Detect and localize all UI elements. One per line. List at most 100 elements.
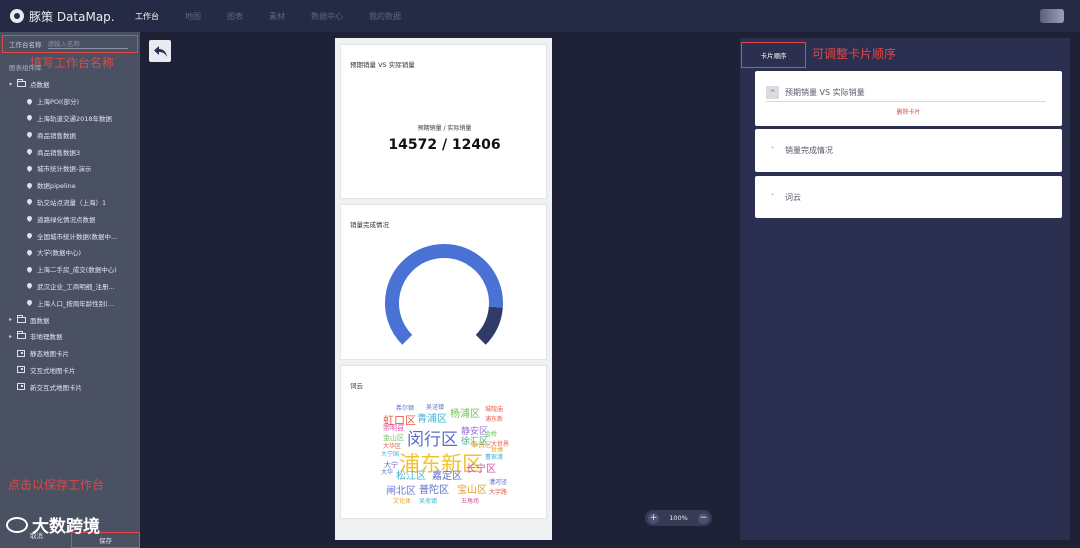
order-item-header[interactable]: ˇ 词云 — [766, 192, 801, 203]
tree-label: 城市统计数据-演示 — [37, 165, 92, 174]
kpi-label: 预期销量 / 实际销量 — [417, 125, 472, 132]
card-title: 销量完成情况 — [350, 221, 389, 229]
gauge-remaining-arc — [475, 306, 503, 345]
tree-label: 上海二手房_成交(数据中心) — [37, 266, 117, 275]
tab-card-order[interactable]: 卡片顺序 — [741, 42, 806, 68]
word-cloud-word: 大华 — [381, 469, 394, 476]
delete-card-button[interactable]: 删除卡片 — [755, 107, 1062, 116]
word-cloud-word: 松江区 — [396, 471, 426, 482]
order-item-title: 预期销量 VS 实际销量 — [785, 88, 865, 97]
logo[interactable]: 豚策 DataMap. — [10, 8, 135, 25]
chevron-up-icon[interactable]: ^ — [766, 86, 779, 99]
watermark: 大数跨境 — [6, 512, 100, 537]
zoom-out-button[interactable]: − — [698, 512, 709, 524]
tree-item[interactable]: 上海POI(部分) — [0, 93, 140, 110]
location-pin-icon — [25, 181, 34, 189]
order-item-word-cloud[interactable]: ˇ 词云 — [755, 176, 1062, 218]
tree-item[interactable]: 商品销售数据 — [0, 126, 140, 143]
zoom-control: + 100% − — [645, 510, 712, 526]
tree-folder-point-data[interactable]: ▾ 点数据 — [0, 76, 140, 93]
tree-label: 面数据 — [30, 316, 50, 325]
nav-item-data-center[interactable]: 数据中心 — [311, 11, 343, 22]
tree-card-static-map[interactable]: 静态地图卡片 — [0, 345, 140, 362]
nav-item-workbench[interactable]: 工作台 — [135, 11, 159, 22]
top-bar: 豚策 DataMap. 工作台 地图 图表 素材 数据中心 我的数据 — [0, 0, 1080, 32]
word-cloud-word: 浦东新 — [485, 416, 504, 423]
nav-item-chart[interactable]: 图表 — [227, 11, 243, 22]
chevron-down-icon[interactable]: ˇ — [766, 194, 779, 201]
tree-item[interactable]: 上海二手房_成交(数据中心) — [0, 261, 140, 278]
data-tree: ▾ 点数据 上海POI(部分) 上海轨道交通2018年数据 商品销售数据 商品销… — [0, 76, 140, 395]
zoom-in-button[interactable]: + — [648, 512, 659, 524]
tree-item[interactable]: 轨交站点流量（上海）1 — [0, 194, 140, 211]
order-item-header[interactable]: ^ 预期销量 VS 实际销量 — [766, 86, 865, 99]
workbench-name-input[interactable] — [47, 39, 128, 49]
tree-item[interactable]: 上海人口_按周年龄性别(... — [0, 294, 140, 311]
word-cloud-word: 金桥 — [485, 431, 498, 438]
word-cloud-word: 希尔顿 — [396, 405, 415, 412]
word-cloud-word: 金山区 — [383, 434, 404, 442]
card-order-panel: 卡片顺序 可调整卡片顺序 ^ 预期销量 VS 实际销量 删除卡片 ˇ 销量完成情… — [740, 38, 1070, 540]
order-item-sales-completion[interactable]: ˇ 销量完成情况 — [755, 129, 1062, 172]
word-cloud-word: 吴泾镇 — [426, 404, 445, 411]
word-cloud-word: 青浦区 — [417, 414, 447, 425]
caret-right-icon: ▸ — [9, 316, 13, 324]
tree-card-interactive-map[interactable]: 交互式地图卡片 — [0, 362, 140, 379]
back-button[interactable] — [149, 40, 171, 62]
card-sales-completion[interactable]: 销量完成情况 — [340, 204, 547, 360]
tree-label: 商品销售数据3 — [37, 148, 81, 157]
word-cloud-word: 普陀区 — [419, 485, 449, 496]
caret-right-icon: ▸ — [9, 332, 13, 340]
card-expected-vs-actual[interactable]: 预期销量 VS 实际销量 预期销量 / 实际销量 14572 / 12406 — [340, 44, 547, 199]
component-library-label: 图表组件库 — [9, 64, 42, 72]
order-item-title: 销量完成情况 — [785, 146, 833, 155]
folder-icon — [17, 314, 26, 323]
tree-item[interactable]: 道路绿化情况点数据 — [0, 210, 140, 227]
top-nav: 工作台 地图 图表 素材 数据中心 我的数据 — [135, 11, 427, 22]
tree-item[interactable]: 城市统计数据-演示 — [0, 160, 140, 177]
word-cloud-word: 大宇路 — [489, 489, 508, 496]
tree-folder-non-geo-data[interactable]: ▸ 非地理数据 — [0, 328, 140, 345]
nav-item-map[interactable]: 地图 — [185, 11, 201, 22]
tree-label: 非地理数据 — [30, 333, 63, 342]
tree-item[interactable]: 数据pipeline — [0, 177, 140, 194]
watermark-text: 大数跨境 — [32, 517, 100, 537]
workbench-name-row: 工作台名称 — [2, 35, 138, 53]
tree-item[interactable]: 大学(数据中心) — [0, 244, 140, 261]
tree-label: 上海轨道交通2018年数据 — [37, 114, 113, 123]
order-item-header[interactable]: ˇ 销量完成情况 — [766, 145, 833, 156]
workbench-canvas: 预期销量 VS 实际销量 预期销量 / 实际销量 14572 / 12406 销… — [335, 38, 552, 540]
folder-icon — [17, 331, 26, 340]
nav-item-assets[interactable]: 素材 — [269, 11, 285, 22]
word-cloud-word: 城隍庙 — [485, 406, 504, 413]
tree-item[interactable]: 上海轨道交通2018年数据 — [0, 110, 140, 127]
tree-item[interactable]: 全国城市统计数据(数据中... — [0, 227, 140, 244]
location-pin-icon — [25, 114, 34, 122]
chevron-down-icon[interactable]: ˇ — [766, 147, 779, 154]
logo-text: 豚策 DataMap. — [29, 9, 115, 24]
word-cloud-word: 杨浦区 — [450, 409, 480, 420]
tree-label: 上海人口_按周年龄性别(... — [37, 299, 114, 308]
tree-folder-area-data[interactable]: ▸ 面数据 — [0, 311, 140, 328]
map-card-icon — [17, 366, 25, 374]
tree-label: 静态地图卡片 — [30, 350, 69, 359]
tree-item[interactable]: 武汉企业_工商明细_注册... — [0, 278, 140, 295]
location-pin-icon — [25, 97, 34, 105]
watermark-logo-icon — [6, 516, 28, 533]
folder-icon — [17, 79, 26, 88]
tree-item[interactable]: 商品销售数据3 — [0, 143, 140, 160]
nav-item-my-data[interactable]: 我的数据 — [369, 11, 401, 22]
word-cloud: 浦东新区 闵行区 虹口区 青浦区 杨浦区 静安区 徐汇区 松江区 嘉定区 长宁区 闸北区 普陀区 宝山区… — [381, 402, 511, 512]
word-cloud-word: 五角场 — [461, 498, 480, 505]
tree-label: 数据pipeline — [37, 182, 76, 191]
word-cloud-word: 大宁国 — [381, 451, 400, 458]
order-item-expected-vs-actual[interactable]: ^ 预期销量 VS 实际销量 删除卡片 — [755, 71, 1062, 126]
location-pin-icon — [25, 131, 34, 139]
tree-label: 全国城市统计数据(数据中... — [37, 232, 118, 241]
tree-label: 上海POI(部分) — [37, 98, 80, 107]
tree-label: 商品销售数据 — [37, 131, 76, 140]
card-word-cloud[interactable]: 词云 浦东新区 闵行区 虹口区 青浦区 杨浦区 静安区 徐汇区 松江区 嘉定区 长宁区 闸北区 普陀区… — [340, 365, 547, 519]
user-avatar[interactable] — [1040, 9, 1064, 23]
app-root: 豚策 DataMap. 工作台 地图 图表 素材 数据中心 我的数据 工作台名称… — [0, 0, 1080, 548]
tree-card-new-interactive-map[interactable]: 新交互式地图卡片 — [0, 378, 140, 395]
